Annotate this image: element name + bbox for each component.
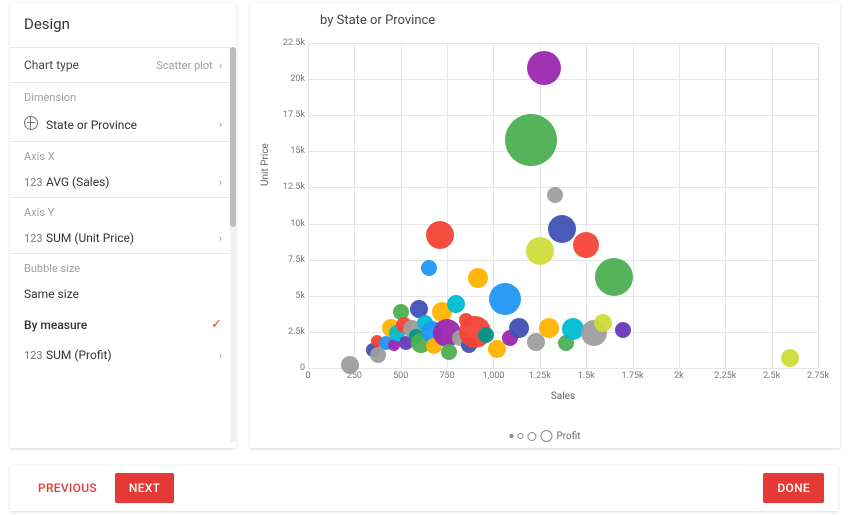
data-point[interactable]	[341, 356, 359, 374]
data-point[interactable]	[489, 283, 521, 315]
legend-circle-icon	[540, 430, 552, 442]
scatter-plot: Unit Price Sales 02.5k5k7.5k10k12.5k15k1…	[308, 43, 818, 368]
data-point[interactable]	[468, 268, 488, 288]
footer-left: PREVIOUS NEXT	[24, 473, 174, 503]
data-point[interactable]	[421, 260, 437, 276]
y-tick: 5k	[269, 291, 305, 301]
data-point[interactable]	[526, 237, 554, 265]
y-tick: 22.5k	[269, 38, 305, 48]
y-tick: 15k	[269, 146, 305, 156]
data-point[interactable]	[615, 322, 631, 338]
number-icon: 123	[24, 176, 46, 189]
data-point[interactable]	[505, 114, 557, 166]
by-measure-label: By measure	[24, 318, 87, 332]
axis-x-value: AVG (Sales)	[46, 175, 219, 189]
y-tick: 12.5k	[269, 182, 305, 192]
chevron-right-icon: ›	[219, 118, 222, 131]
y-tick: 2.5k	[269, 327, 305, 337]
chevron-right-icon: ›	[219, 176, 222, 189]
check-icon: ✓	[211, 317, 222, 332]
same-size-option[interactable]: Same size	[10, 279, 236, 309]
size-legend: Profit	[509, 430, 580, 442]
data-point[interactable]	[594, 314, 612, 332]
panel-title: Design	[10, 3, 236, 47]
data-point[interactable]	[527, 51, 561, 85]
bubble-size-label: Bubble size	[10, 254, 236, 279]
axis-y-label: Axis Y	[10, 198, 236, 223]
y-tick: 17.5k	[269, 110, 305, 120]
x-tick: 2.25k	[714, 371, 736, 381]
done-button[interactable]: DONE	[763, 473, 824, 503]
data-point[interactable]	[547, 187, 563, 203]
axis-x-label: Axis X	[10, 142, 236, 167]
x-tick: 1.75k	[621, 371, 643, 381]
chart-type-label: Chart type	[24, 58, 156, 72]
data-point[interactable]	[595, 258, 633, 296]
dimension-label: Dimension	[10, 83, 236, 108]
x-tick: 500	[393, 371, 408, 381]
design-panel: Design Chart type Scatter plot › Dimensi…	[10, 3, 236, 448]
chart-title: by State or Province	[250, 3, 840, 28]
y-tick: 10k	[269, 219, 305, 229]
next-button[interactable]: NEXT	[115, 473, 174, 503]
chevron-right-icon: ›	[219, 349, 222, 362]
chart-type-value: Scatter plot	[156, 59, 212, 72]
data-point[interactable]	[478, 327, 494, 343]
scrollbar-thumb[interactable]	[230, 47, 236, 227]
number-icon: 123	[24, 349, 46, 362]
x-tick: 2.75k	[807, 371, 829, 381]
data-point[interactable]	[426, 221, 454, 249]
bubble-measure-item[interactable]: 123 SUM (Profit) ›	[10, 340, 236, 370]
data-point[interactable]	[781, 349, 799, 367]
y-tick: 7.5k	[269, 255, 305, 265]
legend-circle-icon	[517, 433, 523, 439]
scrollbar[interactable]	[230, 47, 236, 442]
x-tick: 1,000	[482, 371, 504, 381]
globe-icon	[24, 116, 46, 133]
x-axis-label: Sales	[551, 391, 575, 402]
same-size-label: Same size	[24, 287, 79, 301]
x-tick: 2k	[674, 371, 684, 381]
axis-x-item[interactable]: 123 AVG (Sales) ›	[10, 167, 236, 197]
chart-area: by State or Province Unit Price Sales 02…	[250, 3, 840, 448]
x-tick: 2.5k	[763, 371, 780, 381]
data-point[interactable]	[539, 318, 559, 338]
size-legend-label: Profit	[556, 431, 580, 442]
footer-bar: PREVIOUS NEXT DONE	[10, 465, 838, 511]
data-point[interactable]	[573, 232, 599, 258]
number-icon: 123	[24, 232, 46, 245]
x-tick: 0	[305, 371, 310, 381]
x-tick: 750	[439, 371, 454, 381]
x-tick: 1.5k	[578, 371, 595, 381]
chart-type-row[interactable]: Chart type Scatter plot ›	[10, 48, 236, 82]
panel-scroll: Chart type Scatter plot › Dimension Stat…	[10, 47, 236, 442]
axis-y-item[interactable]: 123 SUM (Unit Price) ›	[10, 223, 236, 253]
dimension-item[interactable]: State or Province ›	[10, 108, 236, 141]
chevron-right-icon: ›	[219, 232, 222, 245]
data-point[interactable]	[441, 344, 457, 360]
y-tick: 20k	[269, 74, 305, 84]
axis-y-value: SUM (Unit Price)	[46, 231, 219, 245]
dimension-value: State or Province	[46, 118, 219, 132]
data-point[interactable]	[548, 215, 576, 243]
y-tick: 0	[269, 363, 305, 373]
legend-circle-icon	[527, 432, 536, 441]
previous-button[interactable]: PREVIOUS	[24, 473, 111, 503]
bubble-measure-value: SUM (Profit)	[46, 348, 219, 362]
by-measure-option[interactable]: By measure ✓	[10, 309, 236, 340]
data-point[interactable]	[509, 318, 529, 338]
chevron-right-icon: ›	[219, 59, 222, 72]
x-tick: 1.25k	[529, 371, 551, 381]
data-point[interactable]	[447, 295, 465, 313]
legend-dot-icon	[509, 434, 513, 438]
